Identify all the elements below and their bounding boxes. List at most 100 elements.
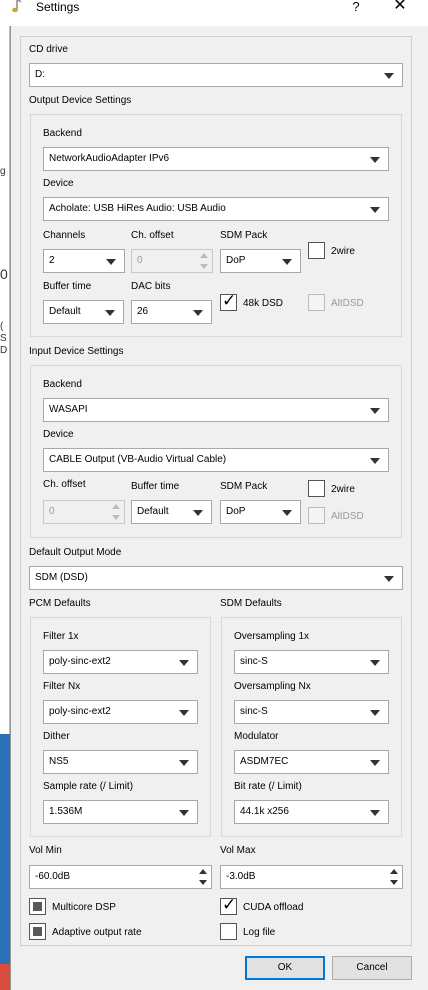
output-sdm-pack-select[interactable]: DoP: [220, 249, 301, 273]
pcm-filternx-value: poly-sinc-ext2: [49, 706, 111, 717]
input-section-label: Input Device Settings: [29, 346, 124, 357]
spin-up-icon[interactable]: [386, 866, 402, 877]
output-altdsd-checkbox[interactable]: [308, 294, 325, 311]
pcm-sample-rate-select[interactable]: 1.536M: [43, 800, 198, 824]
pcm-filter1x-select[interactable]: poly-sinc-ext2: [43, 650, 198, 674]
input-altdsd-checkbox[interactable]: [308, 507, 325, 524]
chevron-down-icon: [193, 510, 203, 516]
chevron-down-icon: [370, 760, 380, 766]
sdm-modulator-value: ASDM7EC: [240, 756, 289, 767]
pcm-filternx-label: Filter Nx: [43, 681, 81, 692]
cancel-button[interactable]: Cancel: [332, 956, 412, 980]
chevron-down-icon: [370, 458, 380, 464]
input-device-select[interactable]: CABLE Output (VB-Audio Virtual Cable): [43, 448, 389, 472]
input-sdm-pack-select[interactable]: DoP: [220, 500, 301, 524]
spin-up-icon[interactable]: [196, 250, 212, 261]
cd-drive-select[interactable]: D:: [29, 63, 403, 87]
pcm-section-label: PCM Defaults: [29, 598, 91, 609]
output-dac-bits-select[interactable]: 26: [131, 300, 212, 324]
output-48k-dsd-checkbox[interactable]: ✓: [220, 291, 237, 311]
help-button[interactable]: ?: [346, 0, 366, 14]
spin-down-icon[interactable]: [195, 877, 211, 888]
output-48k-dsd-label: 48k DSD: [243, 298, 284, 309]
cuda-offload-checkbox[interactable]: ✓: [220, 895, 237, 915]
output-device-label: Device: [43, 178, 74, 189]
output-sdm-pack-value: DoP: [226, 255, 246, 266]
log-file-checkbox[interactable]: [220, 923, 237, 940]
input-2wire-checkbox[interactable]: [308, 480, 325, 497]
background-text: 0: [0, 266, 8, 282]
sdm-os1x-select[interactable]: sinc-S: [234, 650, 389, 674]
sdm-modulator-label: Modulator: [234, 731, 279, 742]
sdm-os1x-value: sinc-S: [240, 656, 268, 667]
chevron-down-icon: [370, 408, 380, 414]
input-2wire-label: 2wire: [331, 484, 355, 495]
background-window: [0, 964, 10, 990]
adaptive-output-rate-checkbox[interactable]: [29, 923, 46, 940]
pcm-sample-rate-label: Sample rate (/ Limit): [43, 781, 134, 792]
output-2wire-checkbox[interactable]: [308, 242, 325, 259]
checkbox-fill-icon: [33, 927, 42, 936]
input-backend-label: Backend: [43, 379, 82, 390]
chevron-down-icon: [193, 310, 203, 316]
ok-button[interactable]: OK: [245, 956, 325, 980]
output-channels-label: Channels: [43, 230, 86, 241]
output-buffer-time-label: Buffer time: [43, 281, 92, 292]
output-section-label: Output Device Settings: [29, 95, 132, 106]
output-device-select[interactable]: Acholate: USB HiRes Audio: USB Audio: [43, 197, 389, 221]
pcm-dither-value: NS5: [49, 756, 69, 767]
output-channels-select[interactable]: 2: [43, 249, 125, 273]
vol-min-spinbox[interactable]: -60.0dB: [29, 865, 212, 889]
pcm-dither-select[interactable]: NS5: [43, 750, 198, 774]
output-buffer-time-value: Default: [49, 306, 81, 317]
output-backend-select[interactable]: NetworkAudioAdapter IPv6: [43, 147, 389, 171]
output-ch-offset-value: 0: [137, 255, 143, 266]
input-backend-select[interactable]: WASAPI: [43, 398, 389, 422]
pcm-filter1x-label: Filter 1x: [43, 631, 79, 642]
close-button[interactable]: ✕: [388, 0, 412, 16]
sdm-bit-rate-select[interactable]: 44.1k x256: [234, 800, 389, 824]
output-ch-offset-spinbox[interactable]: 0: [131, 249, 213, 273]
multicore-dsp-checkbox[interactable]: [29, 898, 46, 915]
sdm-section-label: SDM Defaults: [220, 598, 282, 609]
spin-up-icon[interactable]: [108, 501, 124, 512]
default-output-mode-label: Default Output Mode: [29, 547, 122, 558]
input-ch-offset-spinbox[interactable]: 0: [43, 500, 125, 524]
spin-down-icon[interactable]: [108, 512, 124, 523]
chevron-down-icon: [282, 259, 292, 265]
background-text: S: [0, 333, 7, 344]
input-sdm-pack-value: DoP: [226, 506, 246, 517]
chevron-down-icon: [282, 510, 292, 516]
pcm-filternx-select[interactable]: poly-sinc-ext2: [43, 700, 198, 724]
vol-min-label: Vol Min: [29, 845, 62, 856]
app-icon: [10, 0, 24, 14]
cd-drive-label: CD drive: [29, 44, 68, 55]
chevron-down-icon: [384, 73, 394, 79]
chevron-down-icon: [370, 157, 380, 163]
chevron-down-icon: [370, 810, 380, 816]
background-window: [0, 734, 10, 964]
input-ch-offset-label: Ch. offset: [43, 479, 86, 490]
default-output-mode-select[interactable]: SDM (DSD): [29, 566, 403, 590]
chevron-down-icon: [179, 760, 189, 766]
chevron-down-icon: [370, 660, 380, 666]
checkmark-icon: ✓: [222, 291, 237, 310]
vol-max-label: Vol Max: [220, 845, 256, 856]
output-2wire-label: 2wire: [331, 246, 355, 257]
sdm-bit-rate-value: 44.1k x256: [240, 806, 289, 817]
spin-down-icon[interactable]: [196, 261, 212, 272]
input-buffer-time-select[interactable]: Default: [131, 500, 212, 524]
chevron-down-icon: [179, 810, 189, 816]
sdm-modulator-select[interactable]: ASDM7EC: [234, 750, 389, 774]
input-device-label: Device: [43, 429, 74, 440]
spin-down-icon[interactable]: [386, 877, 402, 888]
multicore-dsp-label: Multicore DSP: [52, 902, 116, 913]
chevron-down-icon: [179, 660, 189, 666]
output-buffer-time-select[interactable]: Default: [43, 300, 124, 324]
vol-max-spinbox[interactable]: -3.0dB: [220, 865, 403, 889]
sdm-osnx-select[interactable]: sinc-S: [234, 700, 389, 724]
chevron-down-icon: [106, 259, 116, 265]
spin-up-icon[interactable]: [195, 866, 211, 877]
output-backend-label: Backend: [43, 128, 82, 139]
input-ch-offset-value: 0: [49, 506, 55, 517]
